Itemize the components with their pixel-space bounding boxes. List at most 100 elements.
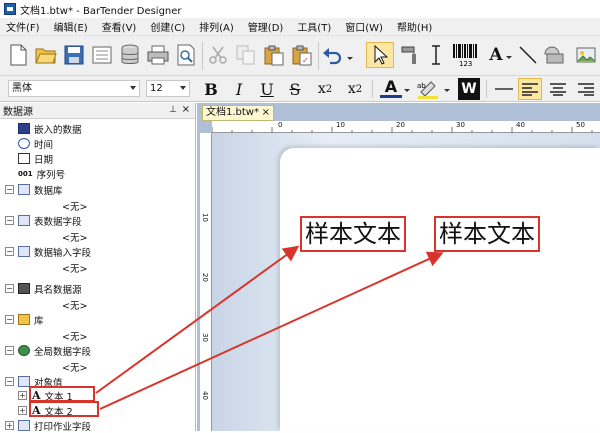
tree-item-none: <无>	[62, 260, 87, 275]
vertical-ruler: 10 20 30 40	[200, 133, 212, 431]
menu-view[interactable]: 查看(V)	[102, 19, 137, 34]
subscript-button[interactable]: x2	[314, 78, 336, 100]
ruler-label: 10	[336, 121, 345, 129]
app-icon	[4, 3, 16, 15]
expand-icon[interactable]: −	[5, 346, 14, 355]
save-icon[interactable]	[62, 42, 86, 68]
font-color-button[interactable]: A	[380, 77, 402, 98]
menu-window[interactable]: 窗口(W)	[345, 19, 383, 34]
tree-item-sub: <无>	[62, 362, 88, 374]
strikethrough-button[interactable]: S	[284, 78, 306, 100]
open-folder-icon[interactable]	[34, 42, 58, 68]
close-tab-icon[interactable]: ×	[262, 106, 270, 120]
tree-item-sub: <无>	[62, 300, 88, 312]
label-page[interactable]	[280, 148, 600, 431]
page-setup-icon[interactable]	[90, 42, 114, 68]
highlight-dropdown-icon[interactable]	[442, 84, 452, 98]
close-panel-icon[interactable]: ×	[182, 104, 190, 115]
menu-create[interactable]: 创建(C)	[150, 19, 185, 34]
font-family-dropdown-icon[interactable]	[130, 86, 136, 90]
tree-item-embedded-data[interactable]: 嵌入的数据	[18, 121, 82, 136]
tree-item-table-fields[interactable]: 表数据字段	[18, 213, 82, 228]
format-painter-icon[interactable]	[398, 42, 422, 68]
ruler-label: 0	[278, 121, 283, 129]
tree-item-label: 打印作业字段	[34, 421, 92, 433]
undo-icon[interactable]	[320, 42, 344, 68]
copy-icon[interactable]	[234, 42, 258, 68]
expand-icon[interactable]: +	[18, 391, 27, 400]
tree-item-global-fields[interactable]: 全局数据字段	[18, 343, 91, 358]
tree-item-none: <无>	[62, 297, 87, 312]
expand-icon[interactable]: −	[5, 216, 14, 225]
superscript-button[interactable]: x2	[344, 78, 366, 100]
panel-header: 数据源 ⊥ ×	[0, 103, 195, 119]
tree-item-database[interactable]: 数据库	[18, 182, 63, 197]
database-icon[interactable]	[118, 42, 142, 68]
new-document-icon[interactable]	[6, 42, 30, 68]
text-object-2[interactable]: 样本文本	[434, 216, 540, 252]
named-source-icon	[18, 283, 30, 294]
menu-help[interactable]: 帮助(H)	[397, 19, 432, 34]
text-object-1[interactable]: 样本文本	[300, 216, 406, 252]
expand-icon[interactable]: −	[5, 185, 14, 194]
text-dropdown-icon[interactable]	[504, 42, 514, 68]
underline-button[interactable]: U	[256, 78, 278, 100]
picture-tool-icon[interactable]	[574, 42, 598, 68]
tab-document[interactable]: 文档1.btw* ×	[202, 105, 274, 121]
menu-tools[interactable]: 工具(T)	[297, 19, 331, 34]
menu-edit[interactable]: 编辑(E)	[54, 19, 88, 34]
separator	[486, 80, 487, 98]
ruler-label: 10	[201, 213, 209, 222]
bold-button[interactable]: B	[200, 78, 222, 100]
tree-item-time[interactable]: 时间	[18, 136, 53, 151]
shape-tool-icon[interactable]	[540, 42, 570, 68]
align-left-icon[interactable]	[518, 78, 542, 100]
paste-icon[interactable]	[262, 42, 286, 68]
serial-number-badge: 001	[18, 169, 33, 178]
undo-dropdown-icon[interactable]	[344, 42, 356, 68]
expand-icon[interactable]: −	[5, 377, 14, 386]
tree-item-none: <无>	[62, 359, 87, 374]
barcode-icon[interactable]: 123	[450, 42, 480, 68]
tree-item-label: 数据输入字段	[34, 247, 92, 259]
tree-item-data-entry[interactable]: 数据输入字段	[18, 244, 91, 259]
tree-item-date[interactable]: 日期	[18, 151, 53, 166]
align-right-icon[interactable]	[574, 78, 598, 100]
highlight-icon[interactable]: ab	[414, 78, 442, 100]
expand-icon[interactable]: −	[5, 247, 14, 256]
expand-icon[interactable]: −	[5, 315, 14, 324]
italic-button[interactable]: I	[228, 78, 250, 100]
select-pointer-icon[interactable]	[366, 42, 394, 68]
database-icon	[18, 184, 30, 195]
font-size-dropdown-icon[interactable]	[180, 86, 186, 90]
tree-item-library[interactable]: 库	[18, 312, 44, 327]
font-size-select[interactable]: 12	[146, 80, 190, 97]
print-preview-icon[interactable]	[174, 42, 198, 68]
pin-icon[interactable]: ⊥	[169, 105, 177, 115]
menu-administer[interactable]: 管理(D)	[248, 19, 284, 34]
font-family-select[interactable]: 黑体	[8, 80, 140, 97]
menu-file[interactable]: 文件(F)	[6, 19, 40, 34]
tree-item-serial[interactable]: 001 序列号	[18, 166, 65, 181]
menu-arrange[interactable]: 排列(A)	[199, 19, 234, 34]
ruler-ticks	[212, 127, 593, 133]
print-icon[interactable]	[146, 42, 170, 68]
expand-icon[interactable]: +	[18, 406, 27, 415]
globe-icon	[18, 345, 30, 356]
line-tool-icon[interactable]	[516, 42, 540, 68]
clock-icon	[18, 138, 30, 149]
wordart-button[interactable]: W	[458, 78, 480, 100]
ruler-label: 30	[201, 333, 209, 342]
tree-item-named-sources[interactable]: 具名数据源	[18, 281, 82, 296]
line-style-icon[interactable]	[492, 80, 516, 98]
paste-special-icon[interactable]: ✓	[290, 42, 314, 68]
cut-icon[interactable]	[206, 42, 230, 68]
font-color-dropdown-icon[interactable]	[402, 84, 412, 98]
align-center-icon[interactable]	[546, 78, 570, 100]
tree-item-sub: <无>	[62, 232, 88, 244]
expand-icon[interactable]: +	[5, 421, 14, 430]
text-cursor-icon[interactable]	[424, 42, 448, 68]
tree-item-none: <无>	[62, 198, 87, 213]
tree-item-label: 序列号	[36, 169, 66, 181]
expand-icon[interactable]: −	[5, 284, 14, 293]
